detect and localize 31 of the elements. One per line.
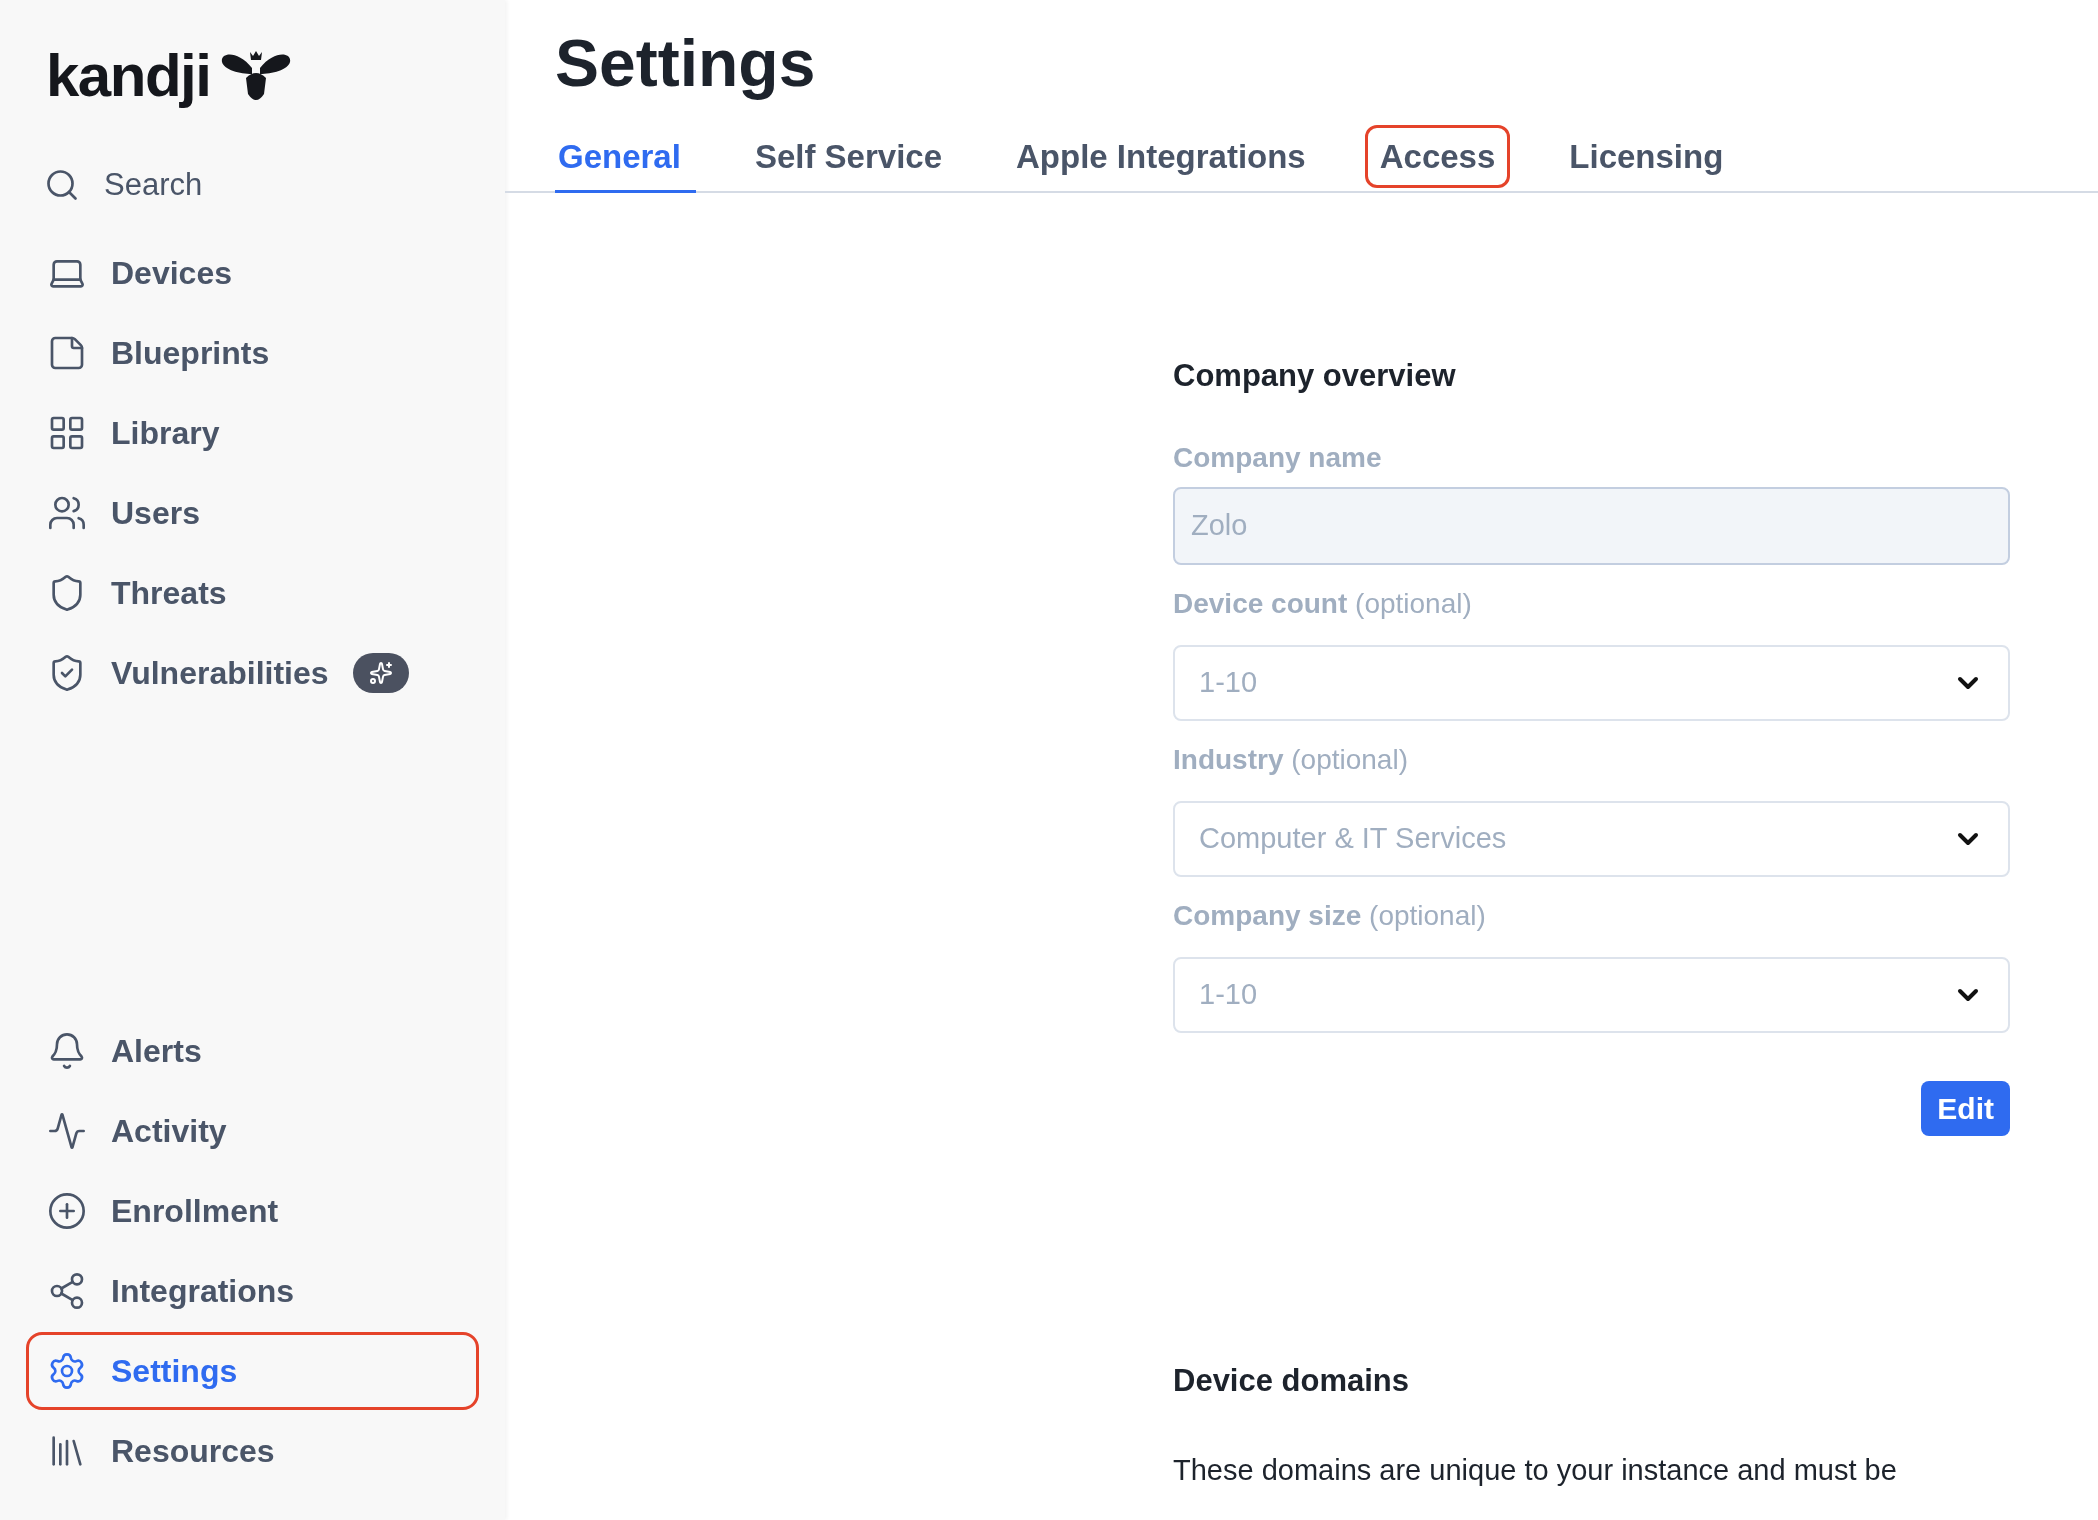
tab[interactable]: Apple Integrations	[981, 122, 1341, 191]
sidebar-item[interactable]: Library	[26, 394, 479, 472]
section-description: These domains are unique to your instance and must be	[1173, 1452, 1898, 1488]
field-label: Company size (optional)	[1173, 899, 1486, 933]
field-label: Industry (optional)	[1173, 743, 1408, 777]
field-label: Company name	[1173, 441, 1382, 475]
section-heading: Company overview	[1173, 356, 1457, 395]
sidebar-item[interactable]: Settings	[26, 1332, 479, 1410]
edit-button[interactable]: Edit	[1921, 1081, 2010, 1136]
field-label: Device count (optional)	[1173, 587, 1472, 621]
sidebar-item[interactable]: Devices	[26, 234, 479, 312]
sidebar-item[interactable]: Users	[26, 474, 479, 552]
sidebar-item[interactable]: Activity	[26, 1092, 479, 1170]
tab[interactable]: Self Service	[719, 122, 978, 191]
sidebar-item[interactable]: Integrations	[26, 1252, 479, 1330]
sidebar-item[interactable]: Threats	[26, 554, 479, 632]
sidebar-item[interactable]: Enrollment	[26, 1172, 479, 1250]
logo-text: kandji	[46, 46, 211, 106]
sidebar-item[interactable]: Alerts	[26, 1012, 479, 1090]
search-item[interactable]: Search	[26, 150, 479, 220]
sidebar-item[interactable]: Resources	[26, 1412, 479, 1490]
search-icon	[44, 167, 80, 203]
page-title: Settings	[555, 25, 817, 102]
plus-circle-icon	[47, 1191, 87, 1231]
sidebar-item[interactable]: Blueprints	[26, 314, 479, 392]
section-heading: Device domains	[1173, 1362, 1411, 1400]
pulse-icon	[47, 1111, 87, 1151]
sparkle-icon	[368, 661, 393, 685]
sidebar-item[interactable]: Vulnerabilities	[26, 634, 479, 712]
tab[interactable]: General	[555, 122, 716, 191]
tab[interactable]: Licensing	[1534, 122, 1759, 191]
